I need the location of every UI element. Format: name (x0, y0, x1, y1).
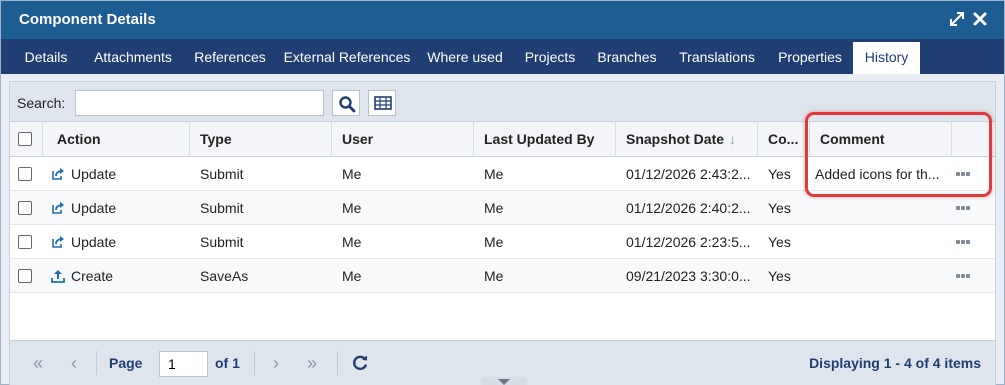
action-label: Update (71, 234, 117, 250)
comment-cell: Added icons for th... (815, 166, 940, 182)
title-bar: Component Details (1, 1, 1004, 39)
tab-bar: Details Attachments References External … (1, 39, 1004, 74)
last-updated-by-cell: Me (484, 268, 504, 284)
pager-status: Displaying 1 - 4 of 4 items (809, 355, 981, 371)
last-updated-by-cell: Me (484, 200, 504, 216)
last-page-icon[interactable]: » (302, 353, 322, 373)
column-header-actions (952, 122, 995, 157)
table-row[interactable]: Update Submit Me Me 01/12/2026 2:43:2...… (10, 157, 995, 191)
tab-properties[interactable]: Properties (767, 39, 853, 74)
snapshot-date-cell: 09/21/2023 3:30:0... (626, 268, 751, 284)
row-checkbox[interactable] (18, 235, 32, 249)
update-icon (52, 235, 64, 248)
co-cell: Yes (768, 200, 791, 216)
page-count-label: of 1 (215, 355, 240, 371)
table-columns-icon (374, 96, 392, 110)
tab-attachments[interactable]: Attachments (83, 39, 183, 74)
collapse-splitter-icon[interactable] (481, 377, 527, 385)
last-updated-by-cell: Me (484, 166, 504, 182)
tab-translations[interactable]: Translations (667, 39, 767, 74)
action-label: Update (71, 166, 117, 182)
history-panel: Search: Action Type User Last Updated By… (9, 81, 996, 385)
last-updated-by-cell: Me (484, 234, 504, 250)
search-input[interactable] (75, 90, 324, 116)
column-header-co[interactable]: Co... (758, 122, 810, 157)
type-cell: SaveAs (200, 268, 249, 284)
close-icon[interactable] (971, 10, 989, 28)
type-cell: Submit (200, 166, 244, 182)
first-page-icon[interactable]: « (28, 353, 48, 373)
column-header-last-updated-by[interactable]: Last Updated By (474, 122, 616, 157)
action-label: Update (71, 200, 117, 216)
row-checkbox[interactable] (18, 201, 32, 215)
update-icon (52, 201, 64, 214)
type-cell: Submit (200, 200, 244, 216)
snapshot-date-cell: 01/12/2026 2:40:2... (626, 200, 751, 216)
tab-details[interactable]: Details (9, 39, 83, 74)
action-label: Create (71, 268, 114, 284)
next-page-icon[interactable]: › (266, 353, 286, 373)
expand-icon[interactable] (948, 10, 966, 28)
action-cell: Update (43, 157, 190, 191)
column-header-snapshot-date[interactable]: Snapshot Date ↓ (616, 122, 758, 157)
page-label: Page (109, 355, 143, 371)
select-all-column (10, 122, 43, 157)
tab-branches[interactable]: Branches (587, 39, 667, 74)
page-number-input[interactable] (159, 351, 208, 377)
pager-divider (337, 351, 338, 375)
action-cell: Update (43, 191, 190, 225)
grid-toolbar: Search: (10, 82, 995, 122)
search-icon (339, 96, 356, 113)
row-menu-icon[interactable] (956, 157, 976, 191)
tab-references[interactable]: References (183, 39, 277, 74)
co-cell: Yes (768, 268, 791, 284)
user-cell: Me (342, 166, 362, 182)
comment-cell (806, 259, 950, 293)
grid-header: Action Type User Last Updated By Snapsho… (10, 122, 995, 157)
user-cell: Me (342, 200, 362, 216)
action-cell: Create (43, 259, 190, 293)
column-chooser-button[interactable] (368, 90, 396, 116)
previous-page-icon[interactable]: ‹ (64, 353, 84, 373)
refresh-icon[interactable] (350, 353, 370, 373)
snapshot-date-cell: 01/12/2026 2:23:5... (626, 234, 751, 250)
row-menu-icon[interactable] (956, 225, 976, 259)
tab-projects[interactable]: Projects (513, 39, 587, 74)
create-icon (51, 269, 65, 283)
search-label: Search: (17, 95, 66, 111)
row-menu-icon[interactable] (956, 259, 976, 293)
row-checkbox[interactable] (18, 269, 32, 283)
snapshot-date-label: Snapshot Date (626, 131, 725, 147)
snapshot-date-cell: 01/12/2026 2:43:2... (626, 166, 751, 182)
row-menu-icon[interactable] (956, 191, 976, 225)
co-cell: Yes (768, 166, 791, 182)
select-all-checkbox[interactable] (18, 132, 32, 146)
sort-descending-icon: ↓ (729, 131, 737, 147)
column-header-comment[interactable]: Comment (810, 122, 952, 157)
type-cell: Submit (200, 234, 244, 250)
table-row[interactable]: Update Submit Me Me 01/12/2026 2:40:2...… (10, 191, 995, 225)
pager-divider (96, 351, 97, 375)
co-cell: Yes (768, 234, 791, 250)
tab-history[interactable]: History (853, 39, 920, 74)
user-cell: Me (342, 234, 362, 250)
window-title: Component Details (19, 11, 156, 28)
update-icon (52, 167, 64, 180)
action-cell: Update (43, 225, 190, 259)
search-button[interactable] (332, 90, 360, 116)
tab-external-references[interactable]: External References (277, 39, 417, 74)
pager-divider (254, 351, 255, 375)
row-checkbox[interactable] (18, 167, 32, 181)
column-header-action[interactable]: Action (43, 122, 190, 157)
column-header-type[interactable]: Type (190, 122, 332, 157)
tab-where-used[interactable]: Where used (417, 39, 513, 74)
user-cell: Me (342, 268, 362, 284)
table-row[interactable]: Create SaveAs Me Me 09/21/2023 3:30:0...… (10, 259, 995, 293)
comment-cell (806, 225, 950, 259)
table-row[interactable]: Update Submit Me Me 01/12/2026 2:23:5...… (10, 225, 995, 259)
component-details-window: Component Details Details Attachments Re… (0, 0, 1005, 385)
comment-cell (806, 191, 950, 225)
column-header-user[interactable]: User (332, 122, 474, 157)
